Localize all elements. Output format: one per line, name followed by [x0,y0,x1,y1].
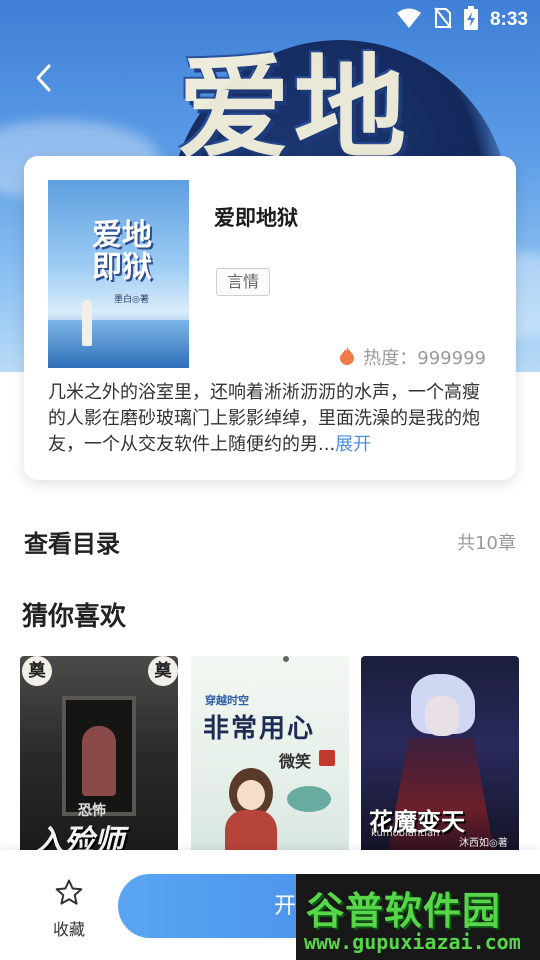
favorite-button[interactable]: 收藏 [46,878,92,940]
cover-pin [283,656,289,662]
cover-sea [48,320,189,368]
cover-subtitle: 穿越时空 [205,694,249,707]
battery-charging-icon [463,6,478,34]
catalog-row[interactable]: 查看目录 共10章 [0,520,540,564]
watermark-url: www.gupuxiazai.com [304,930,521,954]
star-outline-icon [54,879,84,912]
heat-indicator: 热度：999999 [339,344,486,370]
genre-tag[interactable]: 言情 [216,268,271,296]
cover-author: 墨白◎著 [114,295,149,305]
no-sim-icon [434,7,452,33]
site-watermark: 谷普软件园 www.gupuxiazai.com [296,874,540,960]
book-cover[interactable]: 爱地即狱 墨白◎著 [48,180,189,368]
cover-author: 微笑 [279,752,312,771]
author-seal [319,750,335,766]
expand-intro-link[interactable]: 展开 [335,434,371,455]
recommendation-item[interactable]: 奠 奠 恐怖 入殓师 [20,656,178,856]
cover-badge-left: 奠 [22,656,52,686]
chapter-count: 共10章 [457,533,516,554]
status-time: 8:33 [489,9,528,30]
intro-text: 几米之外的浴室里，还响着淅淅沥沥的水声，一个高瘦的人影在磨砂玻璃门上影影绰绰，里… [48,382,480,455]
recommendations-list: 奠 奠 恐怖 入殓师 穿越时空 非常用心 微笑 花魔变天 kumobiantia… [20,656,520,856]
back-button[interactable] [26,60,60,100]
recommendation-item[interactable]: 花魔变天 kumobiantian 沐西如◎著 [361,656,519,856]
cover-subtitle: kumobiantian [371,828,440,839]
book-title: 爱即地狱 [214,206,298,230]
cover-figure [82,300,92,346]
wifi-icon [396,7,422,33]
cover-author: 沐西如◎著 [459,838,508,849]
watermark-logo-text: 谷普软件园 [306,889,502,933]
cover-art-figure [82,726,116,796]
recommendations-title: 猜你喜欢 [22,602,127,632]
status-bar: 8:33 [0,0,540,36]
catalog-title: 查看目录 [24,530,120,558]
cover-title: 非常用心 [203,714,316,744]
flame-icon [339,345,355,370]
cover-art-face [425,696,459,736]
heat-value: 热度：999999 [363,348,486,369]
book-intro: 几米之外的浴室里，还响着淅淅沥沥的水声，一个高瘦的人影在磨砂玻璃门上影影绰绰，里… [48,380,494,458]
cover-art-leaf [287,786,331,812]
recommendation-item[interactable]: 穿越时空 非常用心 微笑 [191,656,349,856]
chevron-left-icon [34,63,52,97]
book-info-card: 爱地即狱 墨白◎著 爱即地狱 言情 热度：999999 几米之外的浴室里，还响着… [24,156,516,480]
cover-badge-right: 奠 [148,656,178,686]
cover-title: 爱地即狱 [92,218,152,285]
cover-art-face [237,780,265,810]
favorite-label: 收藏 [52,920,85,939]
